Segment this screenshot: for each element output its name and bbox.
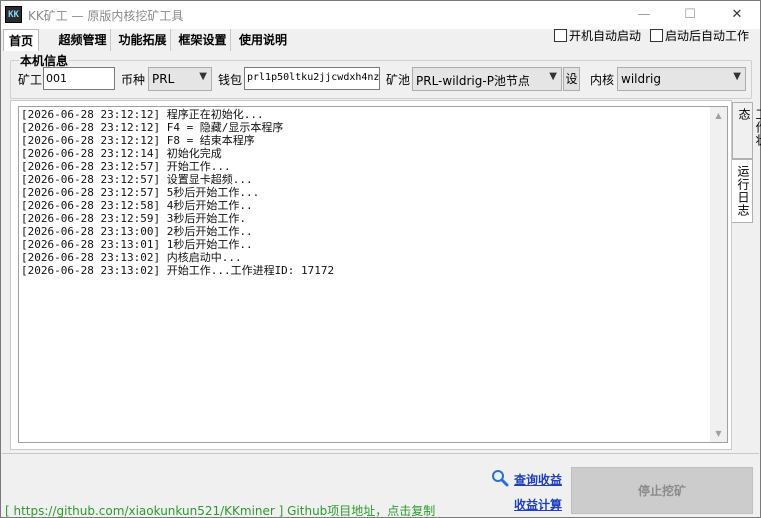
minimize-button[interactable]: — [621, 1, 667, 29]
main-window: KK KK矿工 — 原版内核挖矿工具 — ☐ ✕ 首页 超频管理 功能拓展 框架… [0, 0, 761, 518]
log-line: [2026-06-28 23:12:57] 设置显卡超频... [21, 173, 253, 186]
kernel-label: 内核 [590, 73, 615, 87]
close-button[interactable]: ✕ [714, 1, 760, 29]
kernel-select-value: wildrig [621, 72, 661, 86]
log-line: [2026-06-28 23:13:00] 2秒后开始工作.. [21, 225, 253, 238]
log-line: [2026-06-28 23:12:12] 程序正在初始化... [21, 108, 264, 121]
autowork-checkbox-box[interactable] [650, 29, 663, 42]
coin-select[interactable]: PRL ▼ [148, 67, 212, 91]
wallet-input[interactable]: prl1p50ltku2jjcwdxh4nz [244, 67, 380, 90]
pool-label: 矿池 [386, 73, 411, 87]
wallet-label: 钱包 [218, 73, 243, 87]
stop-mining-button[interactable]: 停止挖矿 [571, 467, 753, 514]
pool-select[interactable]: PRL-wildrig-P池节点 ▼ [412, 67, 562, 91]
log-textbox[interactable]: [2026-06-28 23:12:12] 程序正在初始化... [2026-06… [18, 106, 728, 443]
tab-framework-settings[interactable]: 框架设置 [175, 29, 231, 51]
log-line: [2026-06-28 23:13:02] 内核启动中... [21, 251, 242, 264]
tab-overclock[interactable]: 超频管理 [55, 29, 111, 51]
log-line: [2026-06-28 23:12:12] F4 = 隐藏/显示本程序 [21, 121, 284, 134]
log-line: [2026-06-28 23:12:57] 5秒后开始工作... [21, 186, 260, 199]
query-earnings-link[interactable]: 查询收益 [514, 471, 562, 488]
tab-home[interactable]: 首页 [3, 29, 39, 51]
tab-instructions[interactable]: 使用说明 [235, 29, 291, 51]
chevron-down-icon: ▼ [733, 71, 741, 82]
chevron-down-icon: ▼ [549, 71, 557, 82]
maximize-button[interactable]: ☐ [667, 1, 713, 29]
log-line: [2026-06-28 23:12:12] F8 = 结束本程序 [21, 134, 255, 147]
autostart-label: 开机自动启动 [569, 29, 642, 43]
worker-label: 矿工 [18, 73, 43, 87]
title-bar: KK KK矿工 — 原版内核挖矿工具 — ☐ ✕ [1, 1, 760, 29]
search-icon [492, 470, 509, 487]
worker-input[interactable]: 001 [43, 67, 115, 90]
side-tab-run-log-label: 运行日志 [736, 165, 750, 217]
scroll-up-icon[interactable]: ▲ [710, 107, 727, 124]
autowork-label: 启动后自动工作 [665, 29, 750, 43]
autostart-checkbox[interactable]: 开机自动启动 [554, 29, 641, 45]
pool-settings-button[interactable]: 设 [563, 67, 580, 91]
side-tab-work-status-label: 工作状态 [737, 108, 761, 147]
autostart-checkbox-box[interactable] [554, 29, 567, 42]
autowork-checkbox[interactable]: 启动后自动工作 [650, 29, 749, 45]
github-link[interactable]: [ https://github.com/xiaokunkun521/KKmin… [5, 502, 435, 518]
divider [2, 453, 759, 454]
kernel-select[interactable]: wildrig ▼ [617, 67, 746, 91]
chevron-down-icon: ▼ [199, 71, 207, 82]
app-logo-icon: KK [5, 6, 22, 23]
log-scrollbar[interactable]: ▲ ▼ [710, 107, 727, 442]
scroll-down-icon[interactable]: ▼ [710, 425, 727, 442]
side-tab-run-log[interactable]: 运行日志 [732, 159, 753, 223]
side-tab-work-status[interactable]: 工作状态 [732, 102, 761, 159]
tab-extensions[interactable]: 功能拓展 [115, 29, 171, 51]
log-line: [2026-06-28 23:13:02] 开始工作...工作进程ID: 171… [21, 264, 335, 277]
window-title: KK矿工 — 原版内核挖矿工具 [28, 9, 184, 23]
pool-select-value: PRL-wildrig-P池节点 [416, 74, 530, 88]
earnings-calculator-link[interactable]: 收益计算 [514, 496, 562, 513]
coin-label: 币种 [121, 73, 146, 87]
log-line: [2026-06-28 23:12:58] 4秒后开始工作.. [21, 199, 253, 212]
log-line: [2026-06-28 23:12:57] 开始工作... [21, 160, 231, 173]
log-line: [2026-06-28 23:12:59] 3秒后开始工作. [21, 212, 246, 225]
log-line: [2026-06-28 23:12:14] 初始化完成 [21, 147, 222, 160]
log-line: [2026-06-28 23:13:01] 1秒后开始工作.. [21, 238, 253, 251]
coin-select-value: PRL [152, 72, 175, 86]
log-lines: [2026-06-28 23:12:12] 程序正在初始化... [2026-06… [21, 108, 334, 277]
